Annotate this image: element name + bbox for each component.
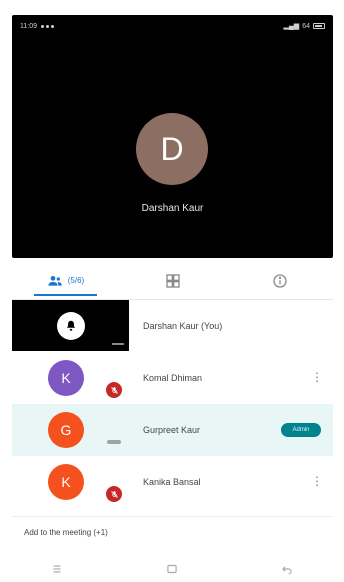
menu-icon[interactable] (50, 562, 64, 576)
meeting-tabs: (5/6) (12, 262, 333, 300)
tab-grid[interactable] (119, 262, 226, 299)
signal-icon: ▂▄▆ (283, 23, 300, 30)
speaking-indicator (107, 440, 121, 444)
tab-participants[interactable]: (5/6) (12, 262, 119, 299)
battery-icon (313, 23, 325, 29)
camera-off-icon (56, 311, 85, 340)
participant-row[interactable]: K Kanika Bansal ⋮ (12, 456, 333, 508)
participant-row[interactable]: K Komal Dhiman ⋮ (12, 352, 333, 404)
battery-level: 64 (302, 22, 310, 30)
role-badge: Admin (281, 423, 321, 437)
grid-icon (165, 273, 180, 288)
back-icon[interactable] (280, 562, 294, 576)
participant-name: Komal Dhiman (143, 373, 203, 383)
participant-name: Gurpreet Kaur (143, 425, 201, 435)
status-bar: 11:09 ▂▄▆ 64 (12, 15, 333, 37)
add-to-meeting-link[interactable]: Add to the meeting (+1) (24, 528, 108, 537)
people-icon (48, 275, 62, 286)
participant-avatar: G (48, 412, 84, 448)
tab-participants-label: (5/6) (67, 276, 85, 285)
system-nav-bar (0, 556, 344, 582)
participant-avatar: K (48, 360, 84, 396)
participant-avatar: K (48, 464, 84, 500)
home-icon[interactable] (165, 562, 179, 576)
info-icon (272, 273, 287, 288)
self-video-tile (12, 300, 129, 351)
main-video-area[interactable]: 11:09 ▂▄▆ 64 D Darshan Kaur (12, 15, 333, 258)
tab-info[interactable] (226, 262, 333, 299)
participant-row-self[interactable]: Darshan Kaur (You) (12, 300, 333, 352)
notification-dots-icon (41, 24, 54, 28)
mic-off-icon (106, 486, 122, 502)
speaker-name: Darshan Kaur (141, 203, 204, 214)
speaker-avatar: D (136, 113, 208, 185)
divider (12, 516, 333, 517)
participant-name: Kanika Bansal (143, 477, 201, 487)
mic-off-icon (106, 382, 122, 398)
status-time: 11:09 (20, 22, 37, 30)
participant-name: Darshan Kaur (You) (143, 321, 223, 331)
more-options-icon[interactable]: ⋮ (311, 370, 323, 384)
signal-bar-icon (112, 343, 124, 345)
more-options-icon[interactable]: ⋮ (311, 474, 323, 488)
participant-row[interactable]: G Gurpreet Kaur Admin (12, 404, 333, 456)
